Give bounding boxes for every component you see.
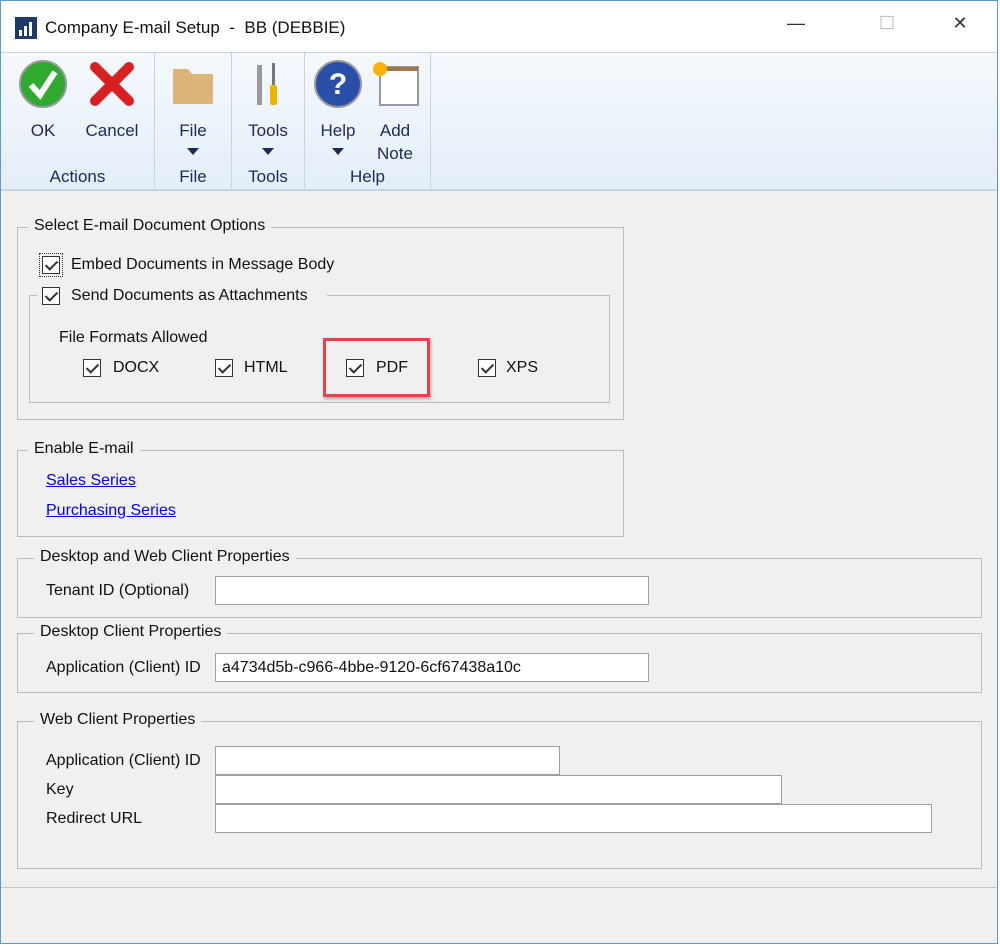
tenant-id-input[interactable] [215, 576, 649, 605]
tools-button[interactable]: Tools [238, 59, 298, 155]
ribbon-group-help: ? Help Add Note Help [305, 53, 431, 191]
folder-icon [168, 59, 218, 109]
add-note-button[interactable]: Add Note [369, 59, 421, 165]
svg-text:?: ? [329, 68, 347, 101]
web-app-id-label: Application (Client) ID [46, 752, 201, 769]
html-label: HTML [244, 359, 288, 376]
web-app-id-input[interactable] [215, 746, 560, 775]
embed-documents-label: Embed Documents in Message Body [71, 256, 335, 273]
pdf-highlight-annotation [323, 338, 430, 397]
chevron-down-icon [187, 148, 199, 155]
group-label-file: File [179, 167, 207, 186]
minimize-button[interactable]: — [781, 13, 811, 34]
ok-button[interactable]: OK [13, 59, 73, 142]
group-legend: Web Client Properties [34, 711, 202, 729]
close-button[interactable]: ✕ [945, 13, 975, 34]
group-label-actions: Actions [49, 167, 106, 186]
group-legend: Enable E-mail [28, 440, 140, 458]
key-input[interactable] [215, 775, 782, 804]
ribbon-group-actions: OK Cancel Actions [1, 53, 155, 191]
tools-icon [243, 59, 293, 109]
tenant-id-label: Tenant ID (Optional) [46, 582, 190, 599]
attachments-group [29, 295, 610, 403]
help-icon: ? [313, 59, 363, 109]
file-formats-label: File Formats Allowed [59, 329, 208, 346]
group-legend: Select E-mail Document Options [28, 217, 272, 235]
group-legend: Desktop and Web Client Properties [34, 548, 296, 566]
ok-check-icon [18, 59, 68, 109]
desktop-app-id-label: Application (Client) ID [46, 659, 201, 676]
cancel-button[interactable]: Cancel [79, 59, 145, 142]
ribbon-group-file: File File [155, 53, 232, 191]
window-title: Company E-mail Setup - BB (DEBBIE) [45, 18, 346, 37]
xps-label: XPS [506, 359, 539, 376]
cancel-x-icon [87, 59, 137, 109]
desktop-app-id-input[interactable] [215, 653, 649, 682]
ribbon: OK Cancel Actions File File Tools Tools … [1, 53, 997, 191]
footer-divider [1, 887, 997, 888]
redirect-url-label: Redirect URL [46, 810, 143, 827]
window: Company E-mail Setup - BB (DEBBIE) — ☐ ✕… [0, 0, 998, 944]
send-attachments-label: Send Documents as Attachments [71, 287, 308, 304]
docx-label: DOCX [113, 359, 160, 376]
key-label: Key [46, 781, 74, 798]
add-note-icon [370, 59, 420, 109]
sales-series-link[interactable]: Sales Series [46, 472, 136, 490]
purchasing-series-link[interactable]: Purchasing Series [46, 502, 176, 520]
group-label-help: Help [350, 167, 385, 186]
file-button[interactable]: File [163, 59, 223, 155]
embed-documents-checkbox[interactable] [39, 253, 63, 277]
group-label-tools: Tools [248, 167, 288, 186]
maximize-button[interactable]: ☐ [872, 13, 902, 34]
ribbon-group-tools: Tools Tools [232, 53, 305, 191]
help-button[interactable]: ? Help [309, 59, 367, 155]
chevron-down-icon [262, 148, 274, 155]
chevron-down-icon [332, 148, 344, 155]
send-attachments-checkbox[interactable] [42, 287, 60, 305]
title-bar: Company E-mail Setup - BB (DEBBIE) — ☐ ✕ [1, 1, 997, 53]
group-legend: Desktop Client Properties [34, 623, 228, 641]
xps-checkbox[interactable] [478, 359, 496, 377]
html-checkbox[interactable] [215, 359, 233, 377]
enable-email-group: Enable E-mail [17, 440, 624, 537]
app-logo-icon [15, 17, 37, 39]
docx-checkbox[interactable] [83, 359, 101, 377]
redirect-url-input[interactable] [215, 804, 932, 833]
